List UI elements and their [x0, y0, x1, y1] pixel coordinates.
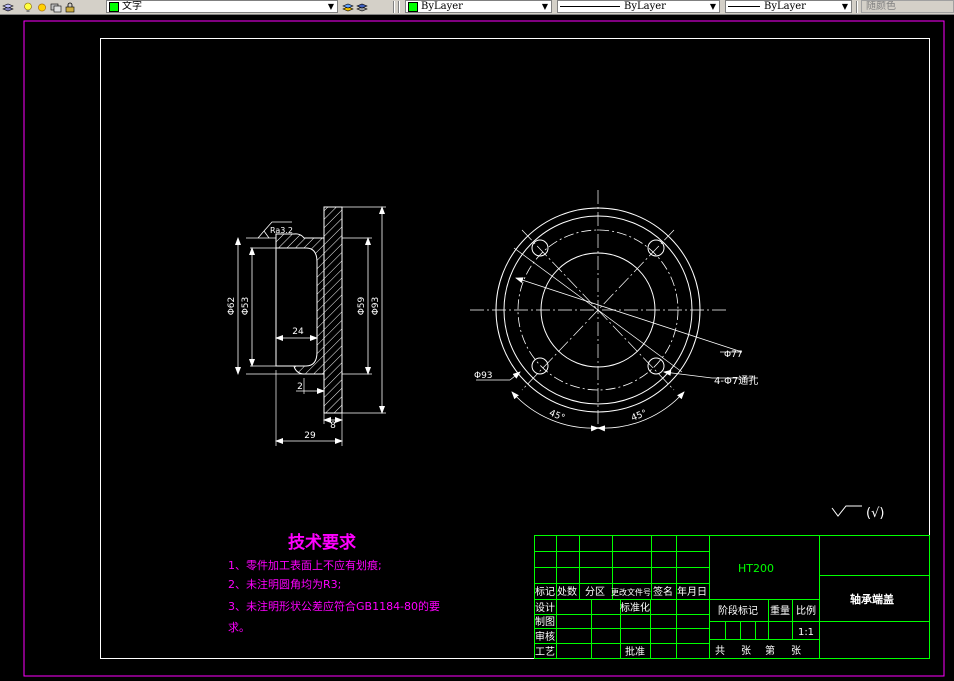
- row-label: 审核: [535, 630, 555, 643]
- drawing-frame: [100, 38, 930, 659]
- sheet-text: 张: [791, 645, 801, 657]
- bolt-hole: [647, 239, 665, 257]
- section-view: [235, 206, 386, 446]
- bolt-hole: [647, 357, 665, 375]
- layer-name: 文字: [122, 1, 142, 12]
- scale-value: 1:1: [798, 627, 814, 638]
- header-cell: 更改文件号: [611, 587, 651, 597]
- lineweight-control-value: ByLayer: [764, 1, 806, 12]
- dim-text-29: 29: [304, 431, 316, 441]
- surface-finish-icon: [831, 505, 862, 517]
- leader-holes: [663, 369, 713, 379]
- color-control-value: ByLayer: [421, 1, 463, 12]
- properties-toolbar: 文字 ▼ ByLayer ▼ ByLayer ▼ ByLayer ▼ 随颜色: [0, 0, 954, 15]
- surface-finish-note: [831, 505, 862, 517]
- bolt-hole: [531, 357, 549, 375]
- header-cell: 标记: [535, 586, 555, 598]
- color-swatch: [408, 1, 418, 12]
- tech-req-item: 2、未注明圆角均为R3;: [228, 577, 341, 591]
- approve-label: 批准: [625, 645, 645, 658]
- tech-req-title: 技术要求: [288, 532, 356, 553]
- plan-view: [470, 190, 758, 432]
- color-control-dropdown[interactable]: ByLayer ▼: [405, 0, 552, 13]
- dim-text-24: 24: [292, 327, 304, 337]
- dim-text-d93: Φ93: [371, 297, 381, 316]
- lineweight-preview: [728, 6, 760, 7]
- technical-requirements: 技术要求 1、零件加工表面上不应有划痕; 2、未注明圆角均为R3; 3、未注明形…: [228, 532, 440, 634]
- toolbar-separator: [398, 1, 400, 13]
- sheet-text: 共: [715, 645, 725, 657]
- leader-d93: [509, 371, 521, 381]
- chevron-down-icon: ▼: [541, 2, 549, 11]
- lineweight-control-dropdown[interactable]: ByLayer ▼: [725, 0, 852, 13]
- layer-dropdown[interactable]: 文字 ▼: [106, 0, 338, 13]
- dim-text-plan-d93: Φ93: [474, 371, 493, 381]
- scale-label: 比例: [796, 604, 816, 617]
- header-cell: 分区: [585, 586, 605, 598]
- layer-previous-icon[interactable]: [356, 2, 368, 13]
- row-label: 工艺: [535, 646, 555, 658]
- row-label: 设计: [535, 601, 555, 614]
- weight-label: 重量: [770, 604, 790, 617]
- linetype-control-value: ByLayer: [624, 1, 666, 12]
- standardize-label: 标准化: [620, 601, 650, 614]
- layer-manager-icon[interactable]: [2, 2, 14, 13]
- sheet-text: 张: [741, 645, 751, 657]
- tech-req-item: 3、未注明形状公差应符合GB1184-80的要: [228, 599, 440, 613]
- plotstyle-control-dropdown: 随颜色: [861, 0, 954, 13]
- make-object-layer-current-icon[interactable]: [342, 2, 354, 13]
- plotstyle-control-value: 随颜色: [866, 1, 896, 12]
- stage-mark-label: 阶段标记: [718, 604, 758, 617]
- dim-text-plan-d77: Φ77: [724, 350, 743, 360]
- toolbar-separator: [856, 1, 858, 13]
- chevron-down-icon: ▼: [327, 2, 335, 11]
- linetype-preview: [560, 6, 620, 7]
- layer-lock-icon[interactable]: [64, 2, 76, 13]
- dim-text-plan-holes: 4-Φ7通孔: [714, 375, 758, 387]
- dim-text-d62: Φ62: [227, 297, 237, 316]
- sheet-text: 第: [765, 644, 775, 657]
- chevron-down-icon: ▼: [709, 2, 717, 11]
- roughness-label: Ra3.2: [270, 226, 293, 235]
- dim-text-d53: Φ53: [241, 297, 251, 316]
- drawing-canvas[interactable]: Ra3.2 Φ62 Φ53 Φ59 Φ93 24 2 8 29 Φ77 4-Φ7…: [0, 15, 954, 681]
- layer-extra-tools: [342, 0, 370, 14]
- layout-paper-border: [23, 20, 945, 677]
- part-name: 轴承端盖: [850, 592, 894, 606]
- layer-viewport-freeze-icon[interactable]: [50, 2, 62, 13]
- material-label: HT200: [738, 562, 774, 575]
- surface-finish-paren: (√): [866, 506, 884, 521]
- layer-tools: [2, 0, 78, 14]
- dim-text-2: 2: [297, 382, 303, 392]
- layer-color-swatch: [109, 1, 119, 12]
- header-cell: 处数: [557, 585, 577, 598]
- header-cell: 签名: [653, 585, 673, 598]
- toolbar-separator: [393, 1, 395, 13]
- dim-text-8: 8: [330, 421, 336, 431]
- header-cell: 年月日: [677, 585, 707, 598]
- chevron-down-icon: ▼: [841, 2, 849, 11]
- linetype-control-dropdown[interactable]: ByLayer ▼: [557, 0, 720, 13]
- dim-text-angle-left: 45°: [547, 409, 566, 424]
- layer-freeze-sun-icon[interactable]: [36, 2, 48, 13]
- dim-text-d59: Φ59: [357, 296, 367, 315]
- bolt-hole: [531, 239, 549, 257]
- tech-req-item: 1、零件加工表面上不应有划痕;: [228, 558, 382, 572]
- tech-req-item: 求。: [228, 621, 250, 634]
- row-label: 制图: [535, 615, 555, 628]
- dim-text-angle-right: 45°: [630, 409, 649, 424]
- layer-on-bulb-icon[interactable]: [22, 2, 34, 13]
